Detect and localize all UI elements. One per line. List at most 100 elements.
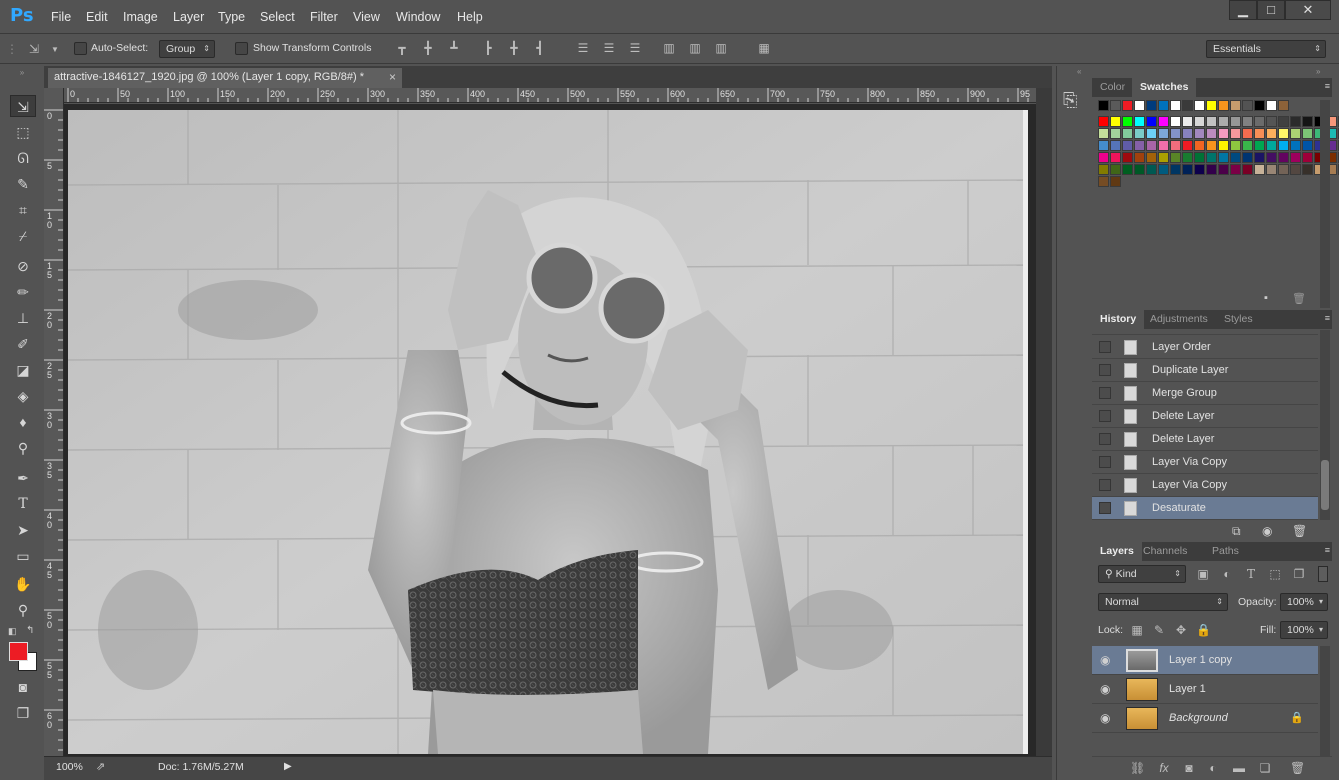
eye-icon[interactable]: ◉ [1100, 682, 1110, 696]
color-swatch[interactable] [1170, 116, 1181, 127]
eye-icon[interactable]: ◉ [1100, 653, 1110, 667]
color-swatch[interactable] [1218, 116, 1229, 127]
status-menu-arrow-icon[interactable]: ▶ [284, 761, 292, 772]
color-swatch[interactable] [1266, 116, 1277, 127]
color-swatch[interactable] [1278, 100, 1289, 111]
menu-edit[interactable]: Edit [86, 10, 108, 24]
distribute-top-icon[interactable]: ☰ [575, 41, 591, 55]
eraser-tool-icon[interactable]: ◪ [10, 359, 36, 381]
history-snapshot-checkbox[interactable] [1099, 341, 1111, 353]
menu-help[interactable]: Help [457, 10, 483, 24]
auto-select-checkbox[interactable] [74, 42, 87, 55]
color-swatch[interactable] [1278, 128, 1289, 139]
tab-color[interactable]: Color [1092, 78, 1133, 97]
history-snapshot-checkbox[interactable] [1099, 410, 1111, 422]
color-swatch[interactable] [1254, 128, 1265, 139]
add-mask-icon[interactable]: ◙ [1182, 761, 1196, 775]
type-tool-icon[interactable]: T [10, 493, 36, 515]
color-swatch[interactable] [1254, 152, 1265, 163]
color-swatch[interactable] [1278, 152, 1289, 163]
color-swatch[interactable] [1242, 164, 1253, 175]
color-swatch[interactable] [1242, 100, 1253, 111]
history-snapshot-checkbox[interactable] [1099, 364, 1111, 376]
menu-type[interactable]: Type [218, 10, 245, 24]
color-swatch[interactable] [1170, 152, 1181, 163]
color-swatch[interactable] [1134, 128, 1145, 139]
history-state[interactable]: Delete Layer [1092, 428, 1318, 451]
export-icon[interactable]: ⇗ [96, 760, 105, 773]
tab-channels[interactable]: Channels [1135, 542, 1195, 561]
history-snapshot-checkbox[interactable] [1099, 479, 1111, 491]
lock-all-icon[interactable]: 🔒 [1196, 623, 1211, 637]
color-swatch[interactable] [1098, 140, 1109, 151]
color-swatch[interactable] [1230, 100, 1241, 111]
distribute-hcenter-icon[interactable]: ▥ [687, 41, 703, 55]
color-swatch[interactable] [1146, 100, 1157, 111]
color-swatch[interactable] [1122, 116, 1133, 127]
hand-tool-icon[interactable]: ✋ [10, 573, 36, 595]
layer-row[interactable]: ◉ Layer 1 [1092, 675, 1318, 704]
history-state[interactable]: Merge Group [1092, 382, 1318, 405]
color-swatch[interactable] [1290, 140, 1301, 151]
layer-filter-dropdown[interactable]: ⚲ Kind ⇕ [1098, 565, 1186, 583]
document-tab[interactable]: attractive-1846127_1920.jpg @ 100% (Laye… [48, 68, 402, 88]
color-swatch[interactable] [1230, 152, 1241, 163]
layer-name[interactable]: Layer 1 copy [1169, 654, 1232, 666]
collapse-dock-icon[interactable]: « [1077, 67, 1081, 76]
collapse-panel-icon[interactable]: » [6, 68, 38, 77]
link-layers-icon[interactable]: ⛓ [1130, 761, 1145, 775]
color-swatch[interactable] [1182, 140, 1193, 151]
color-swatch[interactable] [1098, 176, 1109, 187]
color-swatch[interactable] [1110, 152, 1121, 163]
chevron-down-icon[interactable]: ▼ [50, 43, 60, 57]
align-left-icon[interactable]: ┣ [480, 41, 496, 55]
canvas-area[interactable] [64, 104, 1036, 756]
path-selection-tool-icon[interactable]: ➤ [10, 519, 36, 541]
dodge-tool-icon[interactable]: ⚲ [10, 437, 36, 459]
color-swatch[interactable] [1146, 164, 1157, 175]
new-document-from-state-icon[interactable]: ⧉ [1232, 524, 1241, 539]
filter-pixel-icon[interactable]: ▣ [1196, 567, 1210, 581]
color-swatch[interactable] [1170, 164, 1181, 175]
align-vcenter-icon[interactable]: ╋ [420, 41, 436, 55]
history-state[interactable]: Desaturate [1092, 497, 1318, 520]
history-state[interactable]: Layer Via Copy [1092, 451, 1318, 474]
history-snapshot-checkbox[interactable] [1099, 387, 1111, 399]
tab-styles[interactable]: Styles [1216, 310, 1261, 329]
color-swatch[interactable] [1302, 116, 1313, 127]
menu-window[interactable]: Window [396, 10, 440, 24]
color-swatch[interactable] [1122, 164, 1133, 175]
quick-selection-tool-icon[interactable]: ✎ [10, 173, 36, 195]
new-swatch-icon[interactable]: ▪ [1264, 292, 1268, 304]
tab-swatches[interactable]: Swatches [1132, 78, 1197, 97]
layer-thumbnail[interactable] [1126, 649, 1158, 672]
color-swatch[interactable] [1158, 116, 1169, 127]
adjustment-layer-icon[interactable]: ◐ [1206, 761, 1220, 775]
color-swatch[interactable] [1134, 152, 1145, 163]
layer-name[interactable]: Layer 1 [1169, 683, 1206, 695]
color-swatch[interactable] [1218, 100, 1229, 111]
opacity-field[interactable]: 100% ▾ [1280, 593, 1328, 611]
color-swatch[interactable] [1278, 164, 1289, 175]
color-swatch[interactable] [1158, 100, 1169, 111]
lock-transparent-icon[interactable]: ▦ [1130, 623, 1144, 637]
color-swatch[interactable] [1230, 164, 1241, 175]
swatch-scrollbar[interactable] [1320, 100, 1330, 308]
color-swatch[interactable] [1158, 128, 1169, 139]
distribute-vcenter-icon[interactable]: ☰ [601, 41, 617, 55]
color-swatch[interactable] [1098, 100, 1109, 111]
color-swatch[interactable] [1134, 164, 1145, 175]
color-swatch[interactable] [1242, 140, 1253, 151]
color-swatch[interactable] [1290, 164, 1301, 175]
color-swatch[interactable] [1206, 100, 1217, 111]
color-swatch[interactable] [1158, 164, 1169, 175]
delete-state-icon[interactable]: 🗑 [1292, 524, 1307, 538]
minimize-button[interactable]: ▁ [1229, 0, 1257, 20]
paint-bucket-tool-icon[interactable]: ◈ [10, 385, 36, 407]
rectangle-tool-icon[interactable]: ▭ [10, 545, 36, 567]
swap-colors-icon[interactable]: ↰ [26, 625, 38, 636]
maximize-button[interactable]: □ [1257, 0, 1285, 20]
color-swatch[interactable] [1266, 128, 1277, 139]
history-snapshot-checkbox[interactable] [1099, 456, 1111, 468]
show-transform-checkbox[interactable] [235, 42, 248, 55]
